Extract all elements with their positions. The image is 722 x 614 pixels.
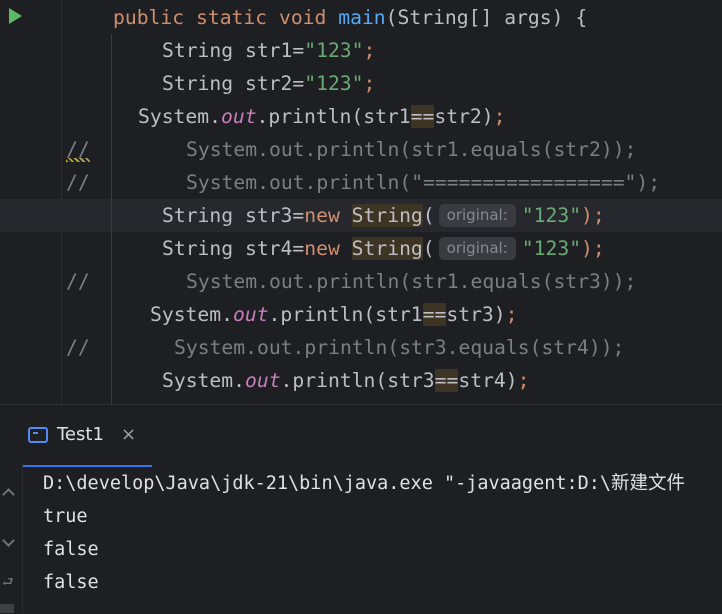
equality-operator: == (410, 105, 435, 128)
keyword-void: void (278, 6, 327, 29)
method-params: (String[] args) { (385, 6, 588, 29)
keyword-new: new (304, 237, 340, 260)
console-output-line: false (43, 539, 99, 560)
keyword-public: public (113, 6, 185, 29)
code-line-str4[interactable]: String str4=new String(original: "123"); (162, 232, 605, 265)
scroll-to-end-icon[interactable] (0, 604, 14, 613)
semicolon: ; (363, 39, 376, 62)
declaration: String str1= (162, 39, 305, 62)
code-line-print3[interactable]: System.out.println(str3==str4); (162, 364, 529, 397)
chevron-up-icon[interactable] (2, 488, 15, 501)
code-line-print2[interactable]: System.out.println(str1==str3); (150, 298, 517, 331)
open-paren: ( (422, 237, 435, 260)
code-line-str1[interactable]: String str1="123"; (162, 34, 375, 67)
comment-marker: // (66, 171, 90, 194)
code-line-main[interactable]: public static void main(String[] args) { (113, 1, 587, 34)
parameter-hint: original: (438, 204, 516, 227)
warning-squiggle (66, 158, 90, 162)
soft-wrap-icon[interactable]: ⮐ (2, 576, 16, 589)
code-editor[interactable]: public static void main(String[] args) {… (0, 0, 722, 404)
string-literal: "123" (304, 39, 364, 62)
system-ref: System. (162, 369, 245, 392)
declaration: String str3= (162, 204, 305, 227)
println-call: .println(str1 (268, 303, 423, 326)
run-gutter-icon[interactable] (9, 8, 22, 24)
out-field: out (220, 105, 257, 128)
class-name: String (351, 204, 423, 227)
println-call: .println(str1 (256, 105, 411, 128)
class-name: String (351, 237, 423, 260)
code-line-str2[interactable]: String str2="123"; (162, 67, 375, 100)
open-paren: ( (422, 204, 435, 227)
code-line-comment[interactable]: System.out.println(str3.equals(str4)); (174, 331, 624, 364)
console-output-line: true (43, 506, 88, 527)
console-side-toolbar: ⮐ (0, 464, 23, 613)
method-name: main (338, 6, 386, 29)
code-line-comment[interactable]: System.out.println("================="); (186, 166, 660, 199)
semicolon: ; (493, 105, 506, 128)
close-icon[interactable]: × (121, 423, 136, 447)
code-line-comment[interactable]: System.out.println(str1.equals(str3)); (186, 265, 636, 298)
system-ref: System. (150, 303, 233, 326)
out-field: out (244, 369, 281, 392)
comment-marker: // (66, 270, 90, 293)
console-output-line: false (43, 572, 99, 593)
string-literal: "123" (521, 237, 582, 260)
code-line-print1[interactable]: System.out.println(str1==str2); (138, 100, 505, 133)
call-args: str3) (446, 303, 506, 326)
declaration: String str2= (162, 72, 305, 95)
system-ref: System. (138, 105, 221, 128)
keyword-new: new (304, 204, 340, 227)
run-tool-window: Test1 × (0, 404, 722, 614)
close-paren-semicolon: ); (581, 237, 605, 260)
equality-operator: == (434, 369, 459, 392)
code-line-comment[interactable]: System.out.println(str1.equals(str2)); (186, 133, 636, 166)
console-output-line: D:\develop\Java\jdk-21\bin\java.exe "-ja… (43, 473, 686, 494)
declaration: String str4= (162, 237, 305, 260)
string-literal: "123" (304, 72, 364, 95)
chevron-down-icon[interactable] (2, 534, 15, 547)
string-literal: "123" (521, 204, 582, 227)
indent-guide (111, 34, 112, 404)
call-args: str2) (434, 105, 494, 128)
close-paren-semicolon: ); (581, 204, 605, 227)
comment-marker: // (66, 336, 90, 359)
call-args: str4) (458, 369, 518, 392)
console-icon (28, 427, 48, 443)
semicolon: ; (505, 303, 518, 326)
run-tab-test1[interactable]: Test1 × (8, 413, 152, 467)
parameter-hint: original: (438, 237, 516, 260)
code-line-str3[interactable]: String str3=new String(original: "123"); (162, 199, 605, 232)
run-tab-label: Test1 (57, 424, 104, 445)
println-call: .println(str3 (280, 369, 435, 392)
out-field: out (232, 303, 269, 326)
equality-operator: == (422, 303, 447, 326)
keyword-static: static (195, 6, 268, 29)
gutter-separator (61, 0, 62, 404)
semicolon: ; (517, 369, 530, 392)
semicolon: ; (363, 72, 376, 95)
